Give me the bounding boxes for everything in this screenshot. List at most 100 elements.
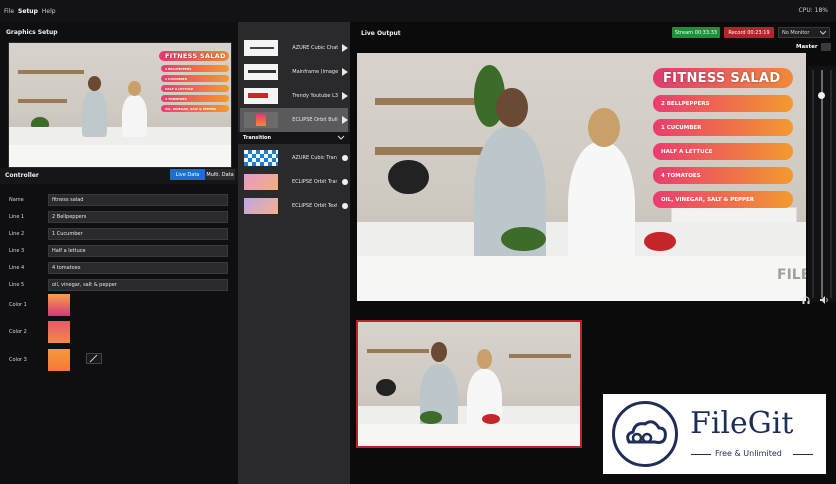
fader-knob[interactable] <box>818 92 825 99</box>
graphics-preview: FITNESS SALAD 2 BELLPEPPERS 1 CUCUMBER H… <box>8 42 232 168</box>
gfx-line-1: 2 BELLPEPPERS <box>161 65 229 72</box>
watermark-sub: .com <box>805 284 806 292</box>
gfx-line-5: OIL, VINEGAR, SALT & PEPPER <box>161 105 229 112</box>
record-button[interactable]: Record 00:23:19 <box>724 27 774 38</box>
tab-multi-data[interactable]: Multi. Data <box>205 169 235 180</box>
radio-icon[interactable] <box>342 179 348 185</box>
play-icon[interactable] <box>342 44 348 52</box>
chevron-down-icon <box>820 31 826 35</box>
line3-field[interactable]: Half a lettuce <box>48 245 228 257</box>
color3-swatch[interactable] <box>48 349 70 371</box>
play-icon[interactable] <box>342 116 348 124</box>
template-thumb <box>244 112 279 128</box>
transition-item-eclipse-text[interactable]: ECLIPSE Orbit Text <box>240 194 348 218</box>
gfx-title-text: FITNESS SALAD <box>165 52 226 60</box>
scene-tomatoes <box>644 231 676 252</box>
template-item-eclipse-orbit[interactable]: ECLIPSE Orbit Bulle <box>240 108 348 132</box>
meter-right <box>830 70 832 298</box>
line2-field[interactable]: 1 Cucumber <box>48 228 228 240</box>
live-output-title: Live Output <box>361 30 401 37</box>
line1-field[interactable]: 2 Bellpeppers <box>48 211 228 223</box>
field-label-line3: Line 3 <box>9 248 25 254</box>
radio-icon[interactable] <box>342 155 348 161</box>
scene-shelf <box>508 354 572 358</box>
play-icon[interactable] <box>342 92 348 100</box>
menu-file[interactable]: File <box>4 8 14 15</box>
preview-video <box>356 320 582 448</box>
monitor-select[interactable]: No Monitor <box>778 27 830 38</box>
chevron-down-icon[interactable] <box>337 135 345 141</box>
field-label-line4: Line 4 <box>9 265 25 271</box>
stream-button[interactable]: Stream 00:33:33 <box>672 27 720 38</box>
name-field[interactable]: fitness salad <box>48 194 228 206</box>
menu-setup[interactable]: Setup <box>18 8 38 15</box>
filegit-logo <box>612 401 678 467</box>
audio-meter <box>808 66 836 302</box>
template-name: Trendy Youtube L3 <box>292 93 338 99</box>
line5-field[interactable]: oil, vinegar, salt & pepper <box>48 279 228 291</box>
live-output-video: FILECR .com FITNESS SALAD 2 BELLPEPPERS … <box>357 53 806 301</box>
cloud-icon <box>626 420 667 444</box>
meter-left <box>812 70 814 298</box>
gfx-line-4: 4 TOMATOES <box>653 167 793 184</box>
template-thumb <box>244 64 279 80</box>
menu-help[interactable]: Help <box>42 8 56 15</box>
radio-icon[interactable] <box>342 203 348 209</box>
template-name: AZURE Cubic Chat <box>292 45 338 51</box>
transition-thumb <box>244 174 278 190</box>
eyedropper-button[interactable] <box>86 353 102 364</box>
headphones-icon[interactable] <box>802 296 810 304</box>
template-item-azure-cubic-chat[interactable]: AZURE Cubic Chat <box>240 36 348 60</box>
line4-field[interactable]: 4 tomatoes <box>48 262 228 274</box>
tagline-rule-left <box>691 454 711 455</box>
color2-swatch[interactable] <box>48 321 70 343</box>
field-label-color3: Color 3 <box>9 357 27 363</box>
scene-tomatoes <box>482 413 501 424</box>
gfx-line-3: HALF A LETTUCE <box>653 143 793 160</box>
tab-live-data[interactable]: Live Data <box>170 169 205 180</box>
controller-title: Controller <box>5 172 39 179</box>
brand-tagline: Free & Unlimited <box>715 449 782 458</box>
field-label-color2: Color 2 <box>9 329 27 335</box>
fader-track[interactable] <box>821 70 823 298</box>
template-item-trendy-youtube[interactable]: Trendy Youtube L3 <box>240 84 348 108</box>
scene-kettle <box>388 159 429 195</box>
brand-name: FileGit <box>690 406 794 441</box>
scene-head <box>431 341 447 362</box>
color1-swatch[interactable] <box>48 294 70 316</box>
scene-kettle <box>375 379 396 397</box>
transition-name: ECLIPSE Orbit Trar <box>292 179 338 185</box>
play-icon[interactable] <box>342 68 348 76</box>
field-label-color1: Color 1 <box>9 302 27 308</box>
template-item-mainframe[interactable]: Mainframe (image) <box>240 60 348 84</box>
transition-name: AZURE Cubic Trans <box>292 155 338 161</box>
scene-shelf <box>17 98 67 103</box>
speaker-icon[interactable] <box>820 296 829 304</box>
gfx-title-text: FITNESS SALAD <box>663 71 781 86</box>
scene-shelf <box>374 147 483 155</box>
transition-thumb <box>244 150 278 166</box>
field-label-line5: Line 5 <box>9 282 25 288</box>
gfx-line-3: HALF A LETTUCE <box>161 85 229 92</box>
transition-thumb <box>244 198 278 214</box>
expand-icon[interactable] <box>821 43 831 51</box>
scene-table <box>357 256 806 301</box>
template-thumb <box>244 88 279 104</box>
transition-name: ECLIPSE Orbit Text <box>292 203 338 209</box>
transition-title: Transition <box>243 135 272 141</box>
menu-bar: File Setup Help <box>0 0 836 22</box>
gfx-line-1: 2 BELLPEPPERS <box>653 95 793 112</box>
gfx-line-4: 4 TOMATOES <box>161 95 229 102</box>
transition-item-azure-cubic[interactable]: AZURE Cubic Trans <box>240 146 348 170</box>
monitor-select-value: No Monitor <box>782 29 810 36</box>
scene-shelf <box>366 349 430 353</box>
scene-person-woman <box>122 95 147 138</box>
transition-item-eclipse-orbit[interactable]: ECLIPSE Orbit Trar <box>240 170 348 194</box>
filegit-badge: FileGit Free & Unlimited <box>603 394 826 474</box>
field-label-line1: Line 1 <box>9 214 25 220</box>
scene-greens <box>500 226 546 252</box>
gfx-line-5: OIL, VINEGAR, SALT & PEPPER <box>653 191 793 208</box>
master-label: Master <box>796 44 818 50</box>
scene-person-man <box>473 127 546 277</box>
template-name: ECLIPSE Orbit Bulle <box>292 117 338 123</box>
